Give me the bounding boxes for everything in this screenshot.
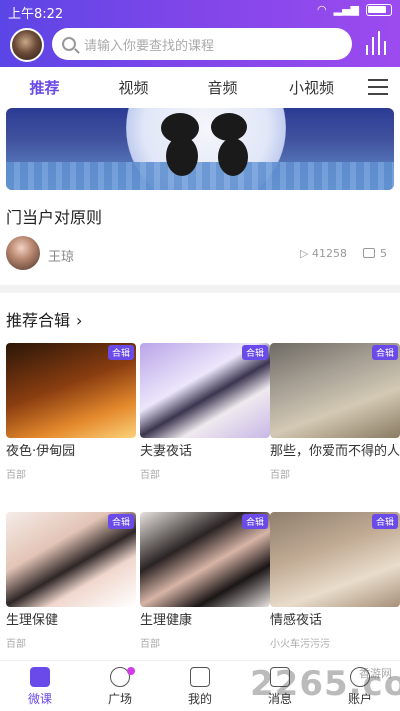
section-divider bbox=[0, 285, 400, 293]
search-placeholder: 请输入你要查找的课程 bbox=[84, 38, 215, 54]
card-subtitle: 百部 bbox=[6, 470, 26, 481]
collection-card[interactable]: 合辑 生理保健 百部 bbox=[6, 512, 136, 650]
nav-item-mine[interactable]: 我的 bbox=[160, 661, 240, 711]
card-thumbnail: 合辑 bbox=[6, 343, 136, 438]
wifi-icon: ◠ bbox=[317, 3, 327, 16]
nav-label: 广场 bbox=[107, 692, 132, 706]
collection-card[interactable]: 合辑 夜色·伊甸园 百部 bbox=[6, 343, 136, 481]
tab-short-video[interactable]: 小视频 bbox=[267, 77, 356, 98]
chevron-right-icon: › bbox=[76, 311, 83, 330]
card-title: 夜色·伊甸园 bbox=[6, 444, 76, 459]
search-icon bbox=[62, 37, 76, 51]
card-title: 生理健康 bbox=[140, 613, 193, 628]
comment-count-wrap[interactable]: 5 bbox=[366, 247, 387, 260]
card-subtitle: 百部 bbox=[140, 470, 160, 481]
card-subtitle: 百部 bbox=[6, 639, 26, 650]
book-icon bbox=[30, 667, 50, 687]
nav-label: 我的 bbox=[187, 692, 212, 706]
tab-video[interactable]: 视频 bbox=[89, 77, 178, 98]
menu-icon[interactable] bbox=[368, 79, 388, 95]
status-bar: 上午8:22 ◠ ▂▄▆ bbox=[0, 0, 400, 22]
collection-card[interactable]: 合辑 夫妻夜话 百部 bbox=[140, 343, 270, 481]
card-badge: 合辑 bbox=[107, 514, 134, 529]
card-title: 情感夜话 bbox=[270, 613, 323, 628]
featured-meta: 王琼 41258 5 bbox=[6, 236, 396, 272]
tab-recommend[interactable]: 推荐 bbox=[0, 77, 89, 98]
watermark-site: 香游网 bbox=[359, 667, 392, 680]
banner-figure-right bbox=[211, 113, 247, 141]
card-thumbnail: 合辑 bbox=[6, 512, 136, 607]
app-root: 上午8:22 ◠ ▂▄▆ 请输入你要查找的课程 推荐 视频 音频 小视频 门当户… bbox=[0, 0, 400, 711]
collection-card[interactable]: 合辑 生理健康 百部 bbox=[140, 512, 270, 650]
banner-figure-left-body bbox=[166, 136, 198, 176]
card-badge: 合辑 bbox=[371, 345, 398, 360]
card-badge: 合辑 bbox=[107, 345, 134, 360]
card-title: 夫妻夜话 bbox=[140, 444, 193, 459]
featured-banner[interactable] bbox=[6, 108, 394, 190]
search-bar[interactable]: 请输入你要查找的课程 bbox=[52, 28, 352, 60]
section-header[interactable]: 推荐合辑 › bbox=[6, 307, 82, 331]
author-name[interactable]: 王琼 bbox=[48, 246, 74, 265]
audio-bars-icon[interactable] bbox=[366, 31, 388, 55]
top-header: 上午8:22 ◠ ▂▄▆ 请输入你要查找的课程 bbox=[0, 0, 400, 67]
card-title: 那些，你爱而不得的人 bbox=[270, 444, 400, 459]
featured-title[interactable]: 门当户对原则 bbox=[6, 204, 102, 228]
section-title: 推荐合辑 bbox=[6, 311, 71, 330]
card-subtitle: 百部 bbox=[270, 470, 290, 481]
card-subtitle: 百部 bbox=[140, 639, 160, 650]
collection-card[interactable]: 合辑 情感夜话 小火车污污污 bbox=[270, 512, 400, 650]
user-avatar[interactable] bbox=[10, 28, 44, 62]
nav-label: 微课 bbox=[27, 692, 52, 706]
view-count: 41258 bbox=[300, 247, 347, 260]
tab-audio[interactable]: 音频 bbox=[178, 77, 267, 98]
card-thumbnail: 合辑 bbox=[140, 512, 270, 607]
battery-icon bbox=[366, 3, 392, 16]
card-title: 生理保健 bbox=[6, 613, 59, 628]
status-time: 上午8:22 bbox=[8, 7, 64, 22]
nav-item-square[interactable]: 广场 bbox=[80, 661, 160, 711]
banner-water bbox=[6, 162, 394, 190]
card-badge: 合辑 bbox=[241, 514, 268, 529]
notification-dot bbox=[127, 667, 135, 675]
cube-icon bbox=[190, 667, 210, 687]
category-tabs: 推荐 视频 音频 小视频 bbox=[0, 67, 400, 107]
card-thumbnail: 合辑 bbox=[270, 343, 400, 438]
card-badge: 合辑 bbox=[241, 345, 268, 360]
nav-item-microclass[interactable]: 微课 bbox=[0, 661, 80, 711]
comment-count: 5 bbox=[380, 247, 387, 260]
collection-card[interactable]: 合辑 那些，你爱而不得的人 百部 bbox=[270, 343, 400, 481]
status-icons: ◠ ▂▄▆ bbox=[317, 3, 392, 16]
author-avatar[interactable] bbox=[6, 236, 40, 270]
signal-icon: ▂▄▆ bbox=[333, 3, 359, 16]
card-badge: 合辑 bbox=[371, 514, 398, 529]
card-thumbnail: 合辑 bbox=[140, 343, 270, 438]
card-subtitle: 小火车污污污 bbox=[270, 639, 330, 650]
banner-figure-right-body bbox=[218, 138, 248, 176]
card-thumbnail: 合辑 bbox=[270, 512, 400, 607]
